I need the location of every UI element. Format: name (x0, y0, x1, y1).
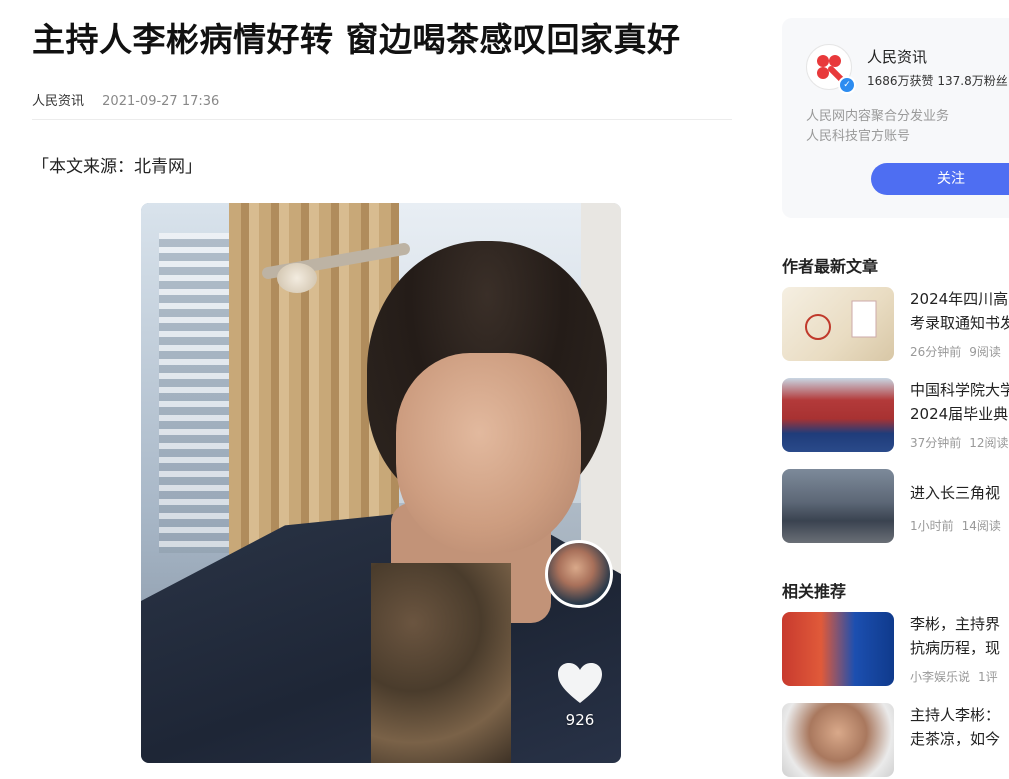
latest-title[interactable]: 2024年四川高考录取通知书发出 (910, 287, 1009, 335)
video-person-face (396, 353, 581, 553)
latest-meta: 1小时前 14阅读 (910, 519, 1001, 533)
article-meta: 人民资讯 2021-09-27 17:36 (32, 90, 219, 109)
latest-thumb (782, 469, 894, 543)
latest-meta: 26分钟前 9阅读 (910, 345, 1001, 359)
video-player[interactable]: 926 (141, 203, 621, 763)
latest-thumb (782, 378, 894, 452)
account-stats: 1686万获赞 137.8万粉丝 (867, 74, 1008, 88)
like-count: 926 (565, 711, 595, 729)
like-button[interactable]: 926 (555, 661, 605, 729)
related-title[interactable]: 主持人李彬： 走茶凉，如今 (910, 703, 1009, 751)
video-author-avatar[interactable] (545, 540, 613, 608)
sidebar: ✓ 人民资讯 1686万获赞 137.8万粉丝 人民网内容聚合分发业务 人民科技… (782, 0, 1009, 777)
divider (32, 119, 732, 120)
latest-item[interactable]: 2024年四川高考录取通知书发出 26分钟前9阅读 (782, 287, 1009, 363)
latest-meta: 37分钟前 12阅读 (910, 436, 1009, 450)
latest-item[interactable]: 进入长三角视 1小时前 14阅读 (782, 469, 1009, 545)
latest-title[interactable]: 中国科学院大学2024届毕业典礼举行 (910, 378, 1009, 426)
related-title[interactable]: 李彬，主持界 抗病历程，现 (910, 612, 1009, 660)
related-item[interactable]: 主持人李彬： 走茶凉，如今 (782, 703, 1009, 779)
account-description: 人民网内容聚合分发业务 人民科技官方账号 (806, 109, 950, 144)
latest-item[interactable]: 中国科学院大学2024届毕业典礼举行 37分钟前12阅读 (782, 378, 1009, 454)
author-card: ✓ 人民资讯 1686万获赞 137.8万粉丝 人民网内容聚合分发业务 人民科技… (782, 18, 1009, 218)
related-thumb (782, 703, 894, 777)
related-thumb (782, 612, 894, 686)
related-heading: 相关推荐 (782, 582, 847, 601)
latest-thumb (782, 287, 894, 361)
publish-time: 2021-09-27 17:36 (102, 94, 220, 109)
author-link[interactable]: 人民资讯 (32, 94, 84, 109)
source-note: 「本文来源：北青网」 (32, 157, 202, 177)
article-title: 主持人李彬病情好转 窗边喝茶感叹回家真好 (32, 20, 681, 59)
heart-icon (558, 663, 602, 703)
related-meta: 小李娱乐说 1评 (910, 670, 998, 684)
related-item[interactable]: 李彬，主持界 抗病历程，现 小李娱乐说 1评 (782, 612, 1009, 688)
verified-icon: ✓ (838, 76, 856, 94)
latest-heading: 作者最新文章 (782, 257, 879, 276)
follow-button[interactable]: 关注 (871, 163, 1009, 195)
account-name[interactable]: 人民资讯 (867, 46, 927, 67)
